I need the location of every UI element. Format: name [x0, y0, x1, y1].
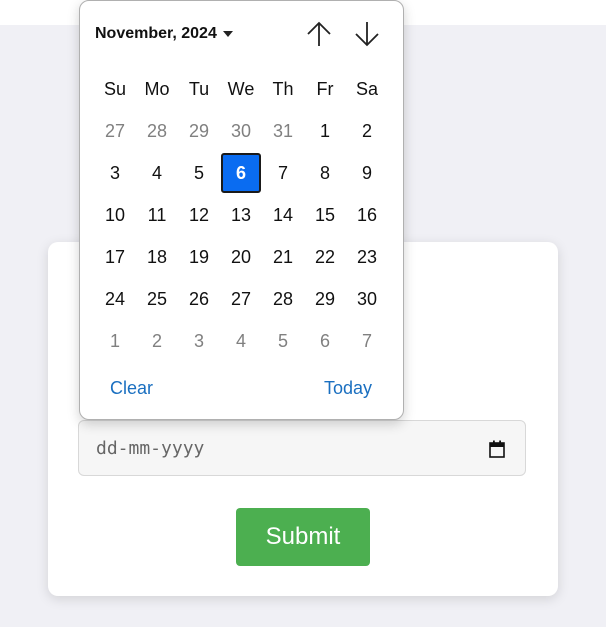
day-cell[interactable]: 28 [263, 279, 303, 319]
date-picker-popup: November, 2024 Su Mo Tu We Th Fr Sa 27 28… [79, 0, 404, 420]
day-cell[interactable]: 26 [179, 279, 219, 319]
day-cell[interactable]: 1 [95, 321, 135, 361]
day-cell[interactable]: 2 [137, 321, 177, 361]
day-cell[interactable]: 2 [347, 111, 387, 151]
day-cell[interactable]: 4 [221, 321, 261, 361]
day-cell-selected[interactable]: 6 [221, 153, 261, 193]
day-cell[interactable]: 4 [137, 153, 177, 193]
day-cell[interactable]: 29 [179, 111, 219, 151]
day-cell[interactable]: 21 [263, 237, 303, 277]
day-cell[interactable]: 24 [95, 279, 135, 319]
day-cell[interactable]: 5 [179, 153, 219, 193]
day-cell[interactable]: 27 [221, 279, 261, 319]
day-cell[interactable]: 25 [137, 279, 177, 319]
weekday-label: We [227, 79, 255, 99]
calendar-icon[interactable] [489, 440, 505, 458]
day-cell[interactable]: 15 [305, 195, 345, 235]
date-input[interactable]: dd-mm-yyyy [78, 420, 526, 476]
day-cell[interactable]: 16 [347, 195, 387, 235]
submit-button[interactable]: Submit [236, 508, 370, 566]
arrow-down-icon[interactable] [353, 20, 381, 48]
day-cell[interactable]: 31 [263, 111, 303, 151]
today-button[interactable]: Today [324, 378, 372, 399]
day-cell[interactable]: 3 [179, 321, 219, 361]
day-cell[interactable]: 6 [305, 321, 345, 361]
day-cell[interactable]: 14 [263, 195, 303, 235]
weekday-label: Sa [355, 79, 379, 99]
day-cell[interactable]: 18 [137, 237, 177, 277]
clear-button[interactable]: Clear [110, 378, 153, 399]
day-cell[interactable]: 11 [137, 195, 177, 235]
day-cell[interactable]: 28 [137, 111, 177, 151]
day-cell[interactable]: 22 [305, 237, 345, 277]
day-cell[interactable]: 7 [347, 321, 387, 361]
day-cell[interactable]: 19 [179, 237, 219, 277]
day-cell[interactable]: 9 [347, 153, 387, 193]
day-cell[interactable]: 29 [305, 279, 345, 319]
day-cell[interactable]: 30 [221, 111, 261, 151]
caret-down-icon [222, 31, 233, 37]
day-cell[interactable]: 17 [95, 237, 135, 277]
day-cell[interactable]: 12 [179, 195, 219, 235]
day-cell[interactable]: 13 [221, 195, 261, 235]
day-cell[interactable]: 7 [263, 153, 303, 193]
day-cell[interactable]: 30 [347, 279, 387, 319]
day-cell[interactable]: 8 [305, 153, 345, 193]
weekday-label: Tu [188, 79, 210, 99]
month-year-label: November, 2024 [95, 25, 217, 42]
weekday-label: Su [103, 79, 127, 99]
day-cell[interactable]: 1 [305, 111, 345, 151]
day-cell[interactable]: 20 [221, 237, 261, 277]
day-cell[interactable]: 23 [347, 237, 387, 277]
day-cell[interactable]: 10 [95, 195, 135, 235]
date-placeholder: dd-mm-yyyy [96, 438, 205, 459]
weekday-label: Mo [144, 79, 170, 99]
day-cell[interactable]: 5 [263, 321, 303, 361]
weekday-label: Th [272, 79, 294, 99]
day-cell[interactable]: 27 [95, 111, 135, 151]
arrow-up-icon[interactable] [305, 20, 333, 48]
day-cell[interactable]: 3 [95, 153, 135, 193]
weekday-label: Fr [316, 79, 334, 99]
month-year-selector[interactable]: November, 2024 [95, 23, 233, 45]
